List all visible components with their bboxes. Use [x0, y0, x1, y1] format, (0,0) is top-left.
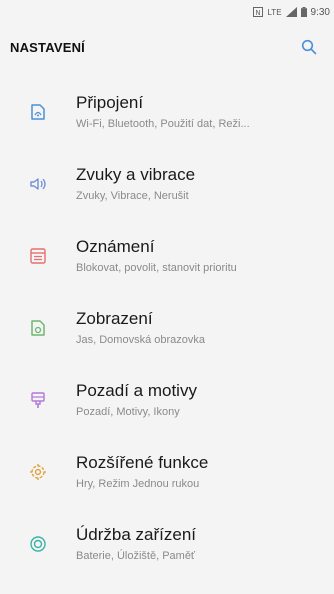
item-title: Pozadí a motivy [76, 381, 197, 400]
sound-icon [20, 174, 56, 194]
display-icon [20, 318, 56, 338]
item-title: Údržba zařízení [76, 525, 196, 544]
item-subtitle: Jas, Domovská obrazovka [76, 334, 205, 346]
search-button[interactable] [298, 36, 320, 58]
item-subtitle: Pozadí, Motivy, Ikony [76, 406, 180, 418]
connections-icon [20, 102, 56, 122]
signal-icon [285, 7, 297, 17]
themes-icon [20, 390, 56, 410]
settings-item-advanced-features[interactable]: Rozšířené funkce Hry, Režim Jednou rukou [0, 436, 334, 508]
network-type-label: LTE [267, 7, 282, 17]
item-title: Připojení [76, 93, 144, 112]
settings-list: Připojení Wi-Fi, Bluetooth, Použití dat,… [0, 76, 334, 580]
page-title: NASTAVENÍ [10, 39, 85, 55]
notifications-icon [20, 246, 56, 266]
item-title: Rozšířené funkce [76, 453, 209, 472]
item-subtitle: Hry, Režim Jednou rukou [76, 478, 200, 490]
clock: 9:30 [310, 6, 330, 18]
item-subtitle: Baterie, Úložiště, Paměť [76, 550, 196, 562]
settings-item-sounds[interactable]: Zvuky a vibrace Zvuky, Vibrace, Nerušit [0, 148, 334, 220]
header: NASTAVENÍ [0, 24, 334, 70]
settings-item-themes[interactable]: Pozadí a motivy Pozadí, Motivy, Ikony [0, 364, 334, 436]
item-title: Zvuky a vibrace [76, 165, 196, 184]
settings-item-connections[interactable]: Připojení Wi-Fi, Bluetooth, Použití dat,… [0, 76, 334, 148]
settings-item-device-maintenance[interactable]: Údržba zařízení Baterie, Úložiště, Paměť [0, 508, 334, 580]
settings-item-notifications[interactable]: Oznámení Blokovat, povolit, stanovit pri… [0, 220, 334, 292]
item-title: Oznámení [76, 237, 155, 256]
battery-icon [300, 7, 307, 17]
device-maintenance-icon [20, 534, 56, 554]
svg-text:N: N [256, 9, 261, 17]
nfc-icon: N [253, 7, 264, 17]
advanced-features-icon [20, 462, 56, 482]
item-subtitle: Blokovat, povolit, stanovit prioritu [76, 262, 237, 274]
search-icon [301, 39, 317, 55]
settings-item-display[interactable]: Zobrazení Jas, Domovská obrazovka [0, 292, 334, 364]
status-bar: N LTE 9:30 [0, 0, 334, 24]
item-subtitle: Zvuky, Vibrace, Nerušit [76, 190, 189, 202]
item-title: Zobrazení [76, 309, 153, 328]
item-subtitle: Wi-Fi, Bluetooth, Použití dat, Reži... [76, 118, 250, 130]
